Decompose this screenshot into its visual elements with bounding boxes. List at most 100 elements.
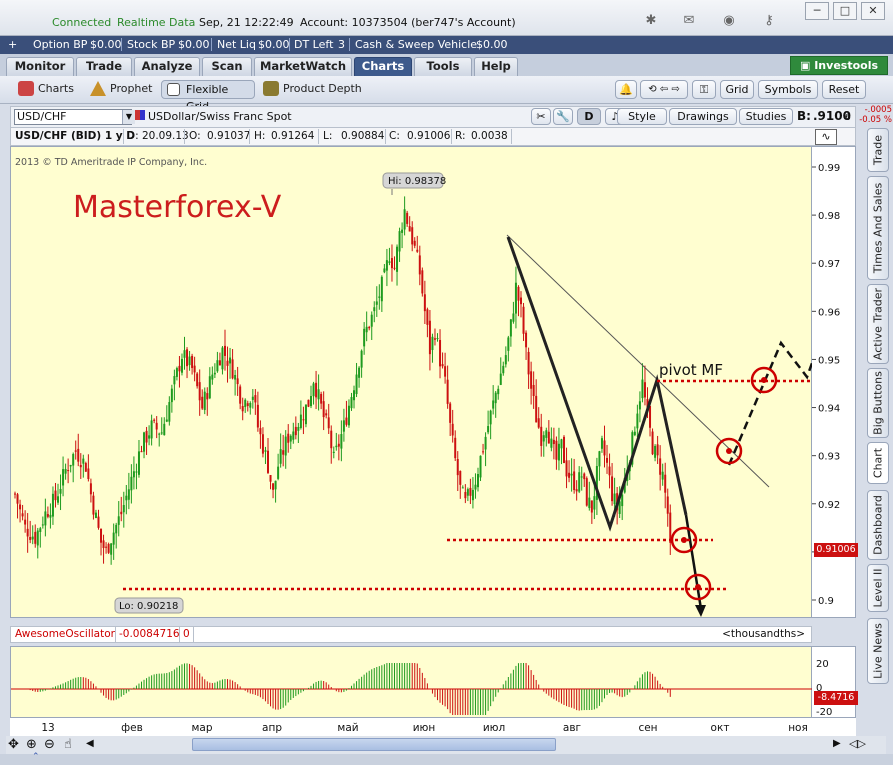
tab-marketwatch[interactable]: MarketWatch	[254, 57, 352, 76]
osc-tick: -20	[816, 707, 833, 718]
tab-analyze[interactable]: Analyze	[134, 57, 200, 76]
oscillator-panel[interactable]	[10, 646, 813, 718]
side-tabs: Trade Times And Sales Active Trader Big …	[862, 128, 890, 688]
subtab-charts[interactable]: Charts	[38, 82, 74, 95]
scrollbar-thumb[interactable]	[192, 738, 556, 751]
candle-body	[353, 390, 356, 401]
candle-body	[315, 382, 318, 398]
pan-icon[interactable]: ✥	[8, 737, 19, 752]
side-tab-big-buttons[interactable]: Big Buttons	[867, 368, 889, 438]
grid-button[interactable]: Grid	[720, 80, 754, 99]
mail-icon[interactable]: ✉	[680, 13, 698, 29]
expand-icon[interactable]: ◁▷	[849, 737, 866, 750]
candle-body	[178, 365, 181, 372]
side-tab-trade-label: Trade	[871, 134, 885, 166]
scroll-left-icon[interactable]: ◀	[86, 738, 94, 749]
candle-body	[459, 470, 462, 485]
key-button[interactable]: ⚿	[692, 80, 716, 99]
candle-body	[274, 480, 277, 490]
hand-icon[interactable]: ☝	[64, 737, 72, 752]
candle-body	[29, 537, 32, 540]
open-label: O:	[189, 130, 201, 142]
option-bp-label: Option BP	[33, 38, 88, 51]
style-button[interactable]: Style	[617, 108, 667, 125]
studies-button[interactable]: Studies	[739, 108, 793, 125]
candle-body	[155, 422, 158, 430]
tab-tools[interactable]: Tools	[414, 57, 472, 76]
link-nav-buttons[interactable]: ⟲ ⇦ ⇨	[640, 80, 688, 99]
alert-bell-button[interactable]: 🔔	[615, 80, 637, 99]
candle-body	[550, 438, 553, 448]
candle-body	[44, 511, 47, 526]
gadget-icon[interactable]: ✱	[642, 13, 660, 29]
zoom-out-icon[interactable]: ⊖	[44, 737, 55, 752]
candle-body	[540, 426, 543, 446]
account-label: Account: 10373504 (ber747's Account)	[300, 16, 516, 29]
symbols-button[interactable]: Symbols	[758, 80, 818, 99]
subtab-product-depth[interactable]: Product Depth	[283, 82, 362, 95]
minimize-button[interactable]: ─	[805, 2, 829, 20]
side-tab-times-and-sales[interactable]: Times And Sales	[867, 176, 889, 280]
candle-body	[332, 451, 335, 453]
candle-body	[287, 433, 290, 443]
symbol-input[interactable]: USD/CHF ▼	[14, 109, 135, 125]
side-tab-trade[interactable]: Trade	[867, 128, 889, 172]
candle-body	[62, 469, 65, 486]
x-tick-label: фев	[121, 722, 143, 734]
period-d-button[interactable]: D	[577, 108, 601, 125]
candle-body	[307, 399, 310, 407]
candle-body	[444, 366, 447, 377]
key-icon[interactable]: ⚷	[760, 13, 778, 29]
candle-body	[234, 374, 237, 380]
collapse-icon[interactable]: ⌃	[32, 752, 40, 762]
tab-help[interactable]: Help	[474, 57, 518, 76]
side-tab-chart[interactable]: Chart	[867, 442, 889, 484]
time-axis[interactable]: 13 фев мар апр май июн июл авг сен окт ноя	[10, 718, 856, 736]
account-bar-plus-icon[interactable]: +	[8, 38, 17, 51]
candle-body	[206, 393, 209, 400]
oscillator-name[interactable]: AwesomeOscillator	[15, 628, 115, 640]
candle-body	[254, 395, 257, 403]
target-icon[interactable]: ◉	[720, 13, 738, 29]
tab-monitor[interactable]: Monitor	[6, 57, 74, 76]
symbol-dropdown-icon[interactable]: ▼	[122, 110, 135, 124]
candle-body	[269, 475, 272, 482]
reset-button[interactable]: Reset	[822, 80, 866, 99]
side-tab-active-trader[interactable]: Active Trader	[867, 284, 889, 364]
candle-body	[446, 379, 449, 404]
side-tab-level-ii[interactable]: Level II	[867, 564, 889, 612]
x-tick-label: июн	[413, 722, 436, 734]
candle-body	[239, 386, 242, 404]
style-label: Style	[628, 110, 656, 123]
candle-body	[289, 435, 292, 442]
close-button[interactable]: ✕	[861, 2, 885, 20]
tab-scan[interactable]: Scan	[202, 57, 252, 76]
target-dot	[726, 448, 732, 454]
investools-button[interactable]: ▣ Investools	[790, 56, 888, 75]
subtab-prophet[interactable]: Prophet	[110, 82, 153, 95]
chart-settings-icon[interactable]: ∿	[815, 129, 837, 145]
y-tick-label: 0.95	[818, 355, 840, 366]
maximize-button[interactable]: □	[833, 2, 857, 20]
candle-body	[304, 404, 307, 425]
candle-body	[110, 543, 113, 555]
symbol-description: USDollar/Swiss Franc Spot	[148, 110, 292, 123]
wrench-button[interactable]: 🔧	[553, 108, 573, 125]
candle-body	[517, 286, 520, 301]
drawings-button[interactable]: Drawings	[669, 108, 737, 125]
candle-body	[165, 419, 168, 422]
candle-body	[125, 495, 128, 501]
side-tab-live-news[interactable]: Live News	[867, 618, 889, 684]
drawings-label: Drawings	[677, 110, 729, 123]
candle-body	[46, 514, 49, 517]
scroll-right-icon[interactable]: ▶	[833, 738, 841, 749]
tab-charts[interactable]: Charts	[354, 57, 412, 76]
tab-trade[interactable]: Trade	[76, 57, 132, 76]
zoom-in-icon[interactable]: ⊕	[26, 737, 37, 752]
candle-body	[345, 417, 348, 425]
side-tab-dashboard[interactable]: Dashboard	[867, 490, 889, 560]
x-tick-label: ноя	[788, 722, 808, 734]
draw-tool-button[interactable]: ✂	[531, 108, 551, 125]
price-chart-canvas[interactable]: 2013 © TD Ameritrade IP Company, Inc. Ma…	[11, 147, 847, 619]
price-chart[interactable]: 2013 © TD Ameritrade IP Company, Inc. Ma…	[10, 146, 847, 619]
